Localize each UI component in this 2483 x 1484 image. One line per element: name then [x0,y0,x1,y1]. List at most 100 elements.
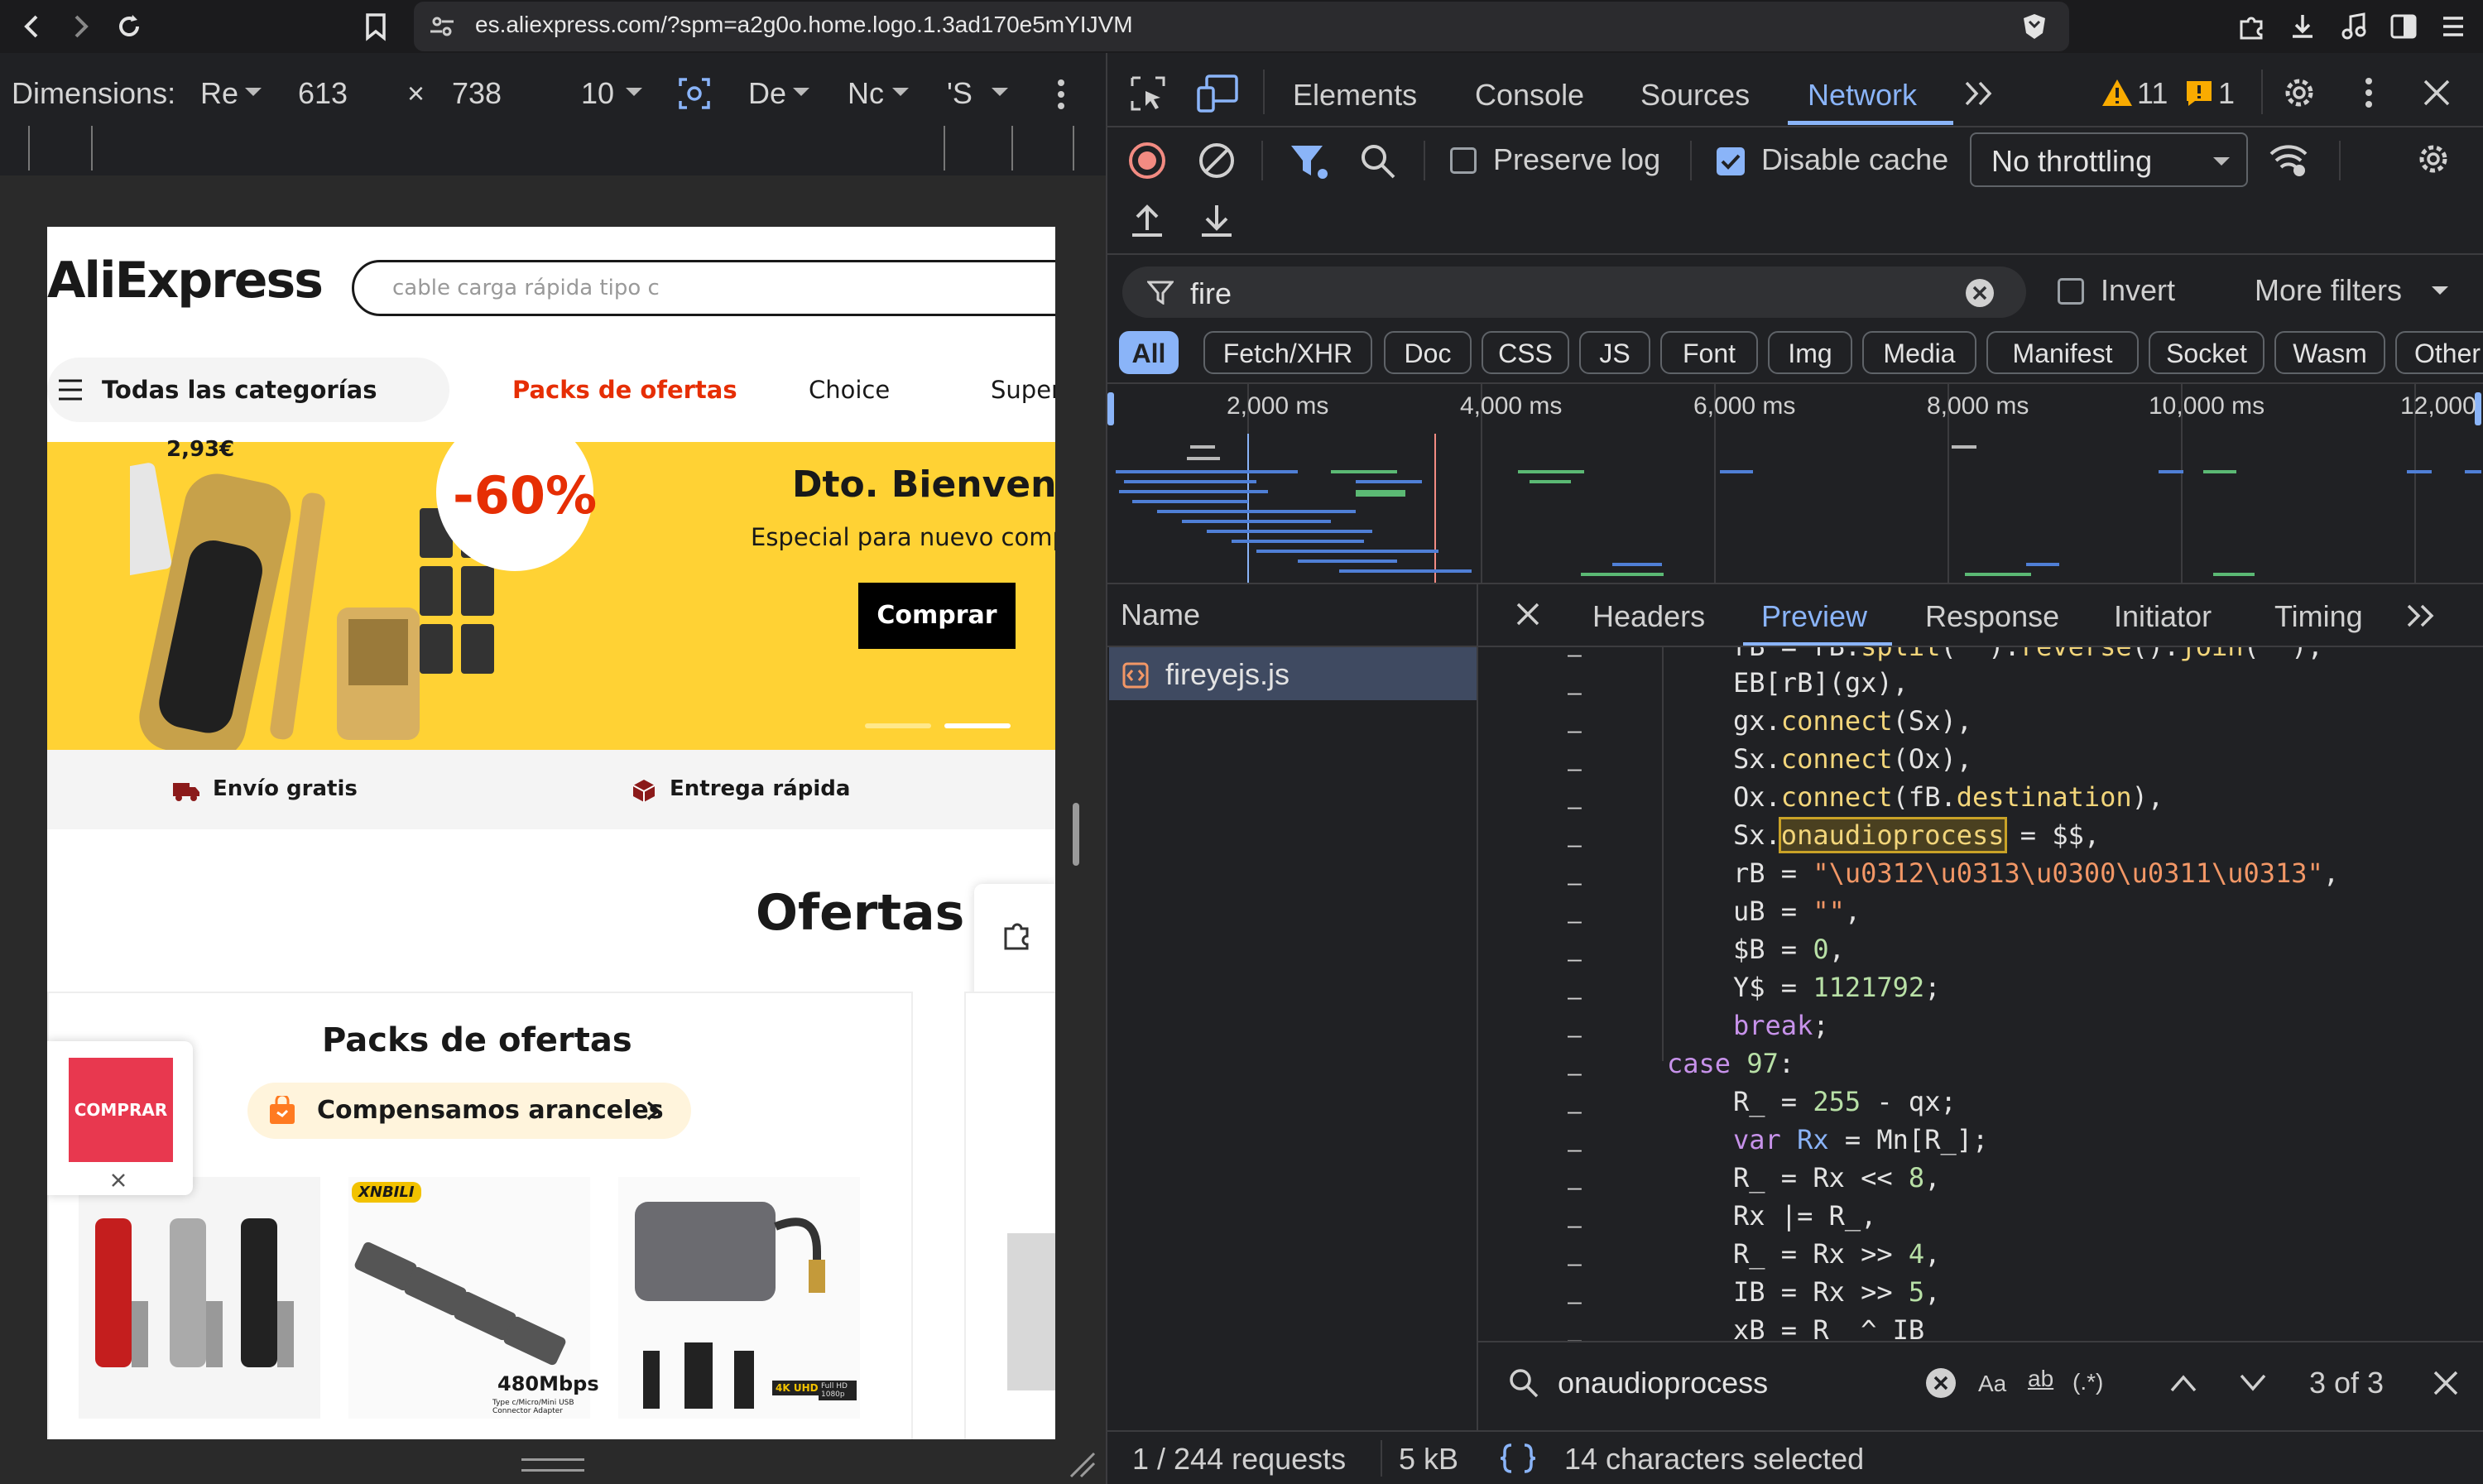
next-card[interactable] [964,992,1055,1439]
request-row[interactable]: fireyejs.js [1109,647,1477,700]
inspect-element-icon[interactable] [1127,73,1169,114]
tariff-badge[interactable]: Compensamos aranceles [247,1083,691,1139]
more-options-icon[interactable] [2359,74,2379,111]
back-icon[interactable] [17,10,50,43]
warning-count[interactable]: 11 [2137,76,2168,111]
close-detail-icon[interactable] [1515,601,1541,627]
overview-left-handle[interactable] [1107,392,1114,425]
filter-chip-js[interactable]: JS [1579,331,1650,374]
filter-chip-other[interactable]: Other [2395,331,2483,374]
regex-button[interactable]: (.*) [2072,1369,2103,1395]
clear-filter-icon[interactable] [1965,278,1995,308]
preserve-log-checkbox[interactable] [1450,147,1477,174]
side-resize-handle[interactable] [1073,803,1079,866]
filter-icon[interactable] [1290,142,1329,180]
filter-chip-img[interactable]: Img [1768,331,1852,374]
site-settings-icon[interactable] [427,12,457,41]
clear-search-icon[interactable] [1925,1367,1957,1399]
next-match-icon[interactable] [2238,1372,2268,1394]
promo-banner[interactable]: 2,93€ -60% Dto. Bienvenic Especial para … [47,414,1055,750]
coupon-buy-button[interactable]: COMPRAR [69,1058,173,1162]
carousel-dot-active[interactable] [944,723,1011,728]
network-conditions-icon[interactable] [2268,141,2309,179]
downloads-icon[interactable] [2286,10,2319,43]
issue-count[interactable]: 1 [2218,76,2235,111]
more-tabs-icon[interactable] [2404,603,2437,629]
product-image[interactable] [1007,1233,1055,1390]
search-query-input[interactable]: onaudioprocess [1558,1366,1768,1400]
pretty-print-icon[interactable] [1498,1442,1538,1475]
filter-chip-all[interactable]: All [1119,331,1179,374]
nav-super-link[interactable]: Super [991,376,1055,404]
more-tabs-icon[interactable] [1962,79,1995,108]
reload-icon[interactable] [113,10,146,43]
clear-icon[interactable] [1197,141,1237,180]
media-icon[interactable] [2337,10,2370,43]
filter-chip-manifest[interactable]: Manifest [1986,331,2139,374]
import-har-icon[interactable] [1129,202,1165,240]
close-search-icon[interactable] [2432,1369,2460,1397]
aliexpress-logo[interactable]: AliExpress [47,252,324,310]
product-image[interactable]: XNBILI 480Mbps Type c/Micro/Mini USB Con… [348,1177,599,1419]
close-icon[interactable] [110,1172,127,1189]
issue-icon[interactable] [2185,79,2213,108]
product-image[interactable] [79,1177,320,1419]
all-categories-button[interactable]: Todas las categorías [47,358,449,422]
height-input[interactable]: 738 [452,76,502,111]
filter-chip-fetch[interactable]: Fetch/XHR [1203,331,1372,374]
width-input[interactable]: 613 [298,76,348,111]
device-select[interactable]: Re [200,76,238,111]
nav-packs-link[interactable]: Packs de ofertas [512,376,737,404]
tab-elements[interactable]: Elements [1293,78,1417,113]
filter-chip-font[interactable]: Font [1660,331,1758,374]
search-input[interactable]: cable carga rápida tipo c [352,260,1055,316]
tab-network[interactable]: Network [1808,78,1917,113]
filter-chip-css[interactable]: CSS [1482,331,1569,374]
more-filters-button[interactable]: More filters [2255,273,2402,308]
whole-word-button[interactable]: ab [2028,1366,2053,1392]
splitter[interactable] [1106,53,1107,1484]
carousel-dot[interactable] [865,723,931,728]
close-devtools-icon[interactable] [2422,78,2452,108]
warning-icon[interactable] [2101,78,2134,108]
sidebar-icon[interactable] [2387,10,2420,43]
corner-resize-icon[interactable] [1066,1448,1096,1478]
device-toggle-icon[interactable] [1195,73,1240,114]
filter-chip-wasm[interactable]: Wasm [2274,331,2385,374]
previous-match-icon[interactable] [2168,1372,2198,1394]
extensions-icon[interactable] [2235,10,2268,43]
throttling-select[interactable]: No throttling [1970,132,2248,187]
export-har-icon[interactable] [1198,202,1235,240]
dpr-select[interactable]: De [748,76,786,111]
detail-tab-response[interactable]: Response [1925,599,2059,634]
floating-coupon[interactable]: COMPRAR [47,1041,193,1195]
detail-tab-timing[interactable]: Timing [2274,599,2363,634]
puzzle-icon[interactable] [999,917,1035,953]
code-preview[interactable]: rB = rB.split("").reverse().join(""), EB… [1478,647,2483,1341]
name-column-header[interactable]: Name [1121,598,1200,632]
zoom-select[interactable]: 10 [581,76,614,111]
product-image[interactable]: 4K UHD Full HD 1080p [618,1177,860,1419]
useragent-select[interactable]: 'S [947,76,973,111]
bookmark-icon[interactable] [359,10,392,43]
settings-icon[interactable] [2279,73,2319,113]
tab-console[interactable]: Console [1475,78,1584,113]
banner-buy-button[interactable]: Comprar [858,583,1016,649]
forward-icon[interactable] [63,10,96,43]
disable-cache-checkbox[interactable] [1717,147,1745,175]
invert-checkbox[interactable] [2058,278,2084,305]
filter-chip-socket[interactable]: Socket [2149,331,2264,374]
detail-tab-headers[interactable]: Headers [1592,599,1705,634]
network-select[interactable]: Nc [848,76,884,111]
screenshot-icon[interactable] [677,76,712,111]
tab-sources[interactable]: Sources [1640,78,1750,113]
record-icon[interactable] [1127,141,1167,180]
filter-chip-doc[interactable]: Doc [1384,331,1472,374]
detail-tab-initiator[interactable]: Initiator [2114,599,2212,634]
filter-input[interactable]: fire [1122,267,2026,318]
brave-shield-icon[interactable] [2020,12,2049,41]
nav-choice-link[interactable]: Choice [809,376,890,404]
filter-chip-media[interactable]: Media [1862,331,1976,374]
bottom-resize-handle[interactable] [521,1458,584,1472]
menu-icon[interactable] [2437,10,2470,43]
